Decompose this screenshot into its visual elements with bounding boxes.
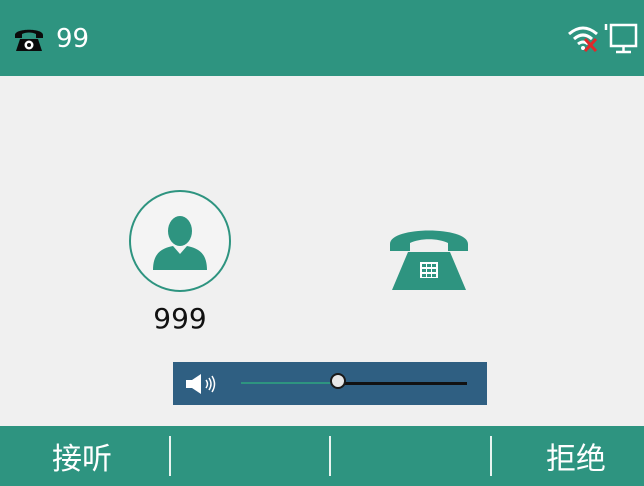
speaker-icon [186, 374, 216, 394]
softkey-3[interactable] [329, 426, 468, 486]
softkey-bar: 接听 拒绝 [0, 426, 644, 486]
status-icons [566, 22, 638, 54]
softkey-divider [490, 436, 492, 476]
status-bar: 99 [0, 0, 644, 76]
softkey-2[interactable] [191, 426, 330, 486]
caller-number: 999 [153, 302, 207, 335]
contact-avatar [129, 190, 231, 292]
account-number: 99 [56, 24, 90, 54]
volume-track-empty [337, 382, 467, 385]
volume-track-filled [241, 382, 337, 384]
phone-icon [15, 29, 43, 51]
network-unavailable-icon [604, 23, 638, 54]
incoming-call-phone-icon [390, 230, 468, 290]
softkey-answer[interactable]: 接听 [0, 426, 191, 486]
volume-slider[interactable] [173, 362, 487, 405]
account-indicator: 99 [12, 22, 89, 56]
softkey-divider [329, 436, 331, 476]
wifi-disconnected-icon [568, 26, 598, 53]
incoming-call-screen: 999 [0, 76, 644, 426]
contact-avatar-icon [153, 216, 207, 270]
softkey-reject[interactable]: 拒绝 [468, 426, 644, 486]
softkey-divider [169, 436, 171, 476]
volume-knob[interactable] [330, 373, 346, 389]
